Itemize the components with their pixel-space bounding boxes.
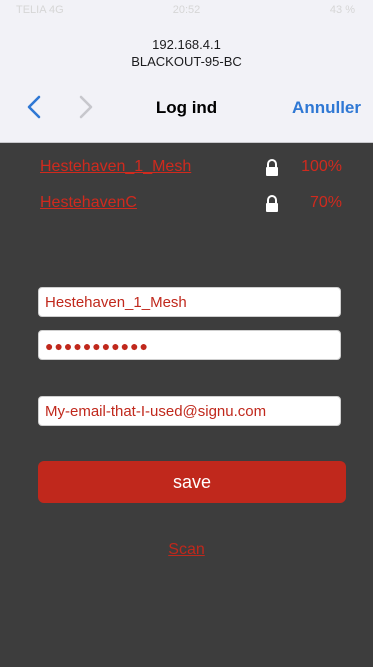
network-item[interactable]: Hestehaven_1_Mesh 100% xyxy=(40,158,346,180)
status-bar: TELIA 4G 20:52 43 % xyxy=(0,0,373,20)
password-input[interactable]: ●●●●●●●●●●● xyxy=(38,330,341,360)
network-item[interactable]: HestehavenC 70% xyxy=(40,194,346,216)
network-name[interactable]: HestehavenC xyxy=(40,194,137,212)
time-label: 20:52 xyxy=(172,4,201,16)
browser-header: TELIA 4G 20:52 43 % 192.168.4.1 BLACKOUT… xyxy=(0,0,373,143)
host-info: 192.168.4.1 BLACKOUT-95-BC xyxy=(0,36,373,70)
network-signal: 70% xyxy=(309,194,342,211)
lock-icon xyxy=(266,159,278,176)
host-address: 192.168.4.1 xyxy=(152,37,221,52)
save-button[interactable]: save xyxy=(38,461,346,503)
cancel-button[interactable]: Annuller xyxy=(292,98,361,118)
scan-link[interactable]: Scan xyxy=(0,541,373,559)
network-signal: 100% xyxy=(301,158,342,175)
email-input[interactable]: My-email-that-I-used@signu.com xyxy=(38,396,341,426)
ssid-input[interactable]: Hestehaven_1_Mesh xyxy=(38,287,341,317)
device-name: BLACKOUT-95-BC xyxy=(131,54,242,69)
lock-icon xyxy=(266,195,278,212)
network-name[interactable]: Hestehaven_1_Mesh xyxy=(40,158,191,176)
battery-label: 43 % xyxy=(329,4,355,16)
